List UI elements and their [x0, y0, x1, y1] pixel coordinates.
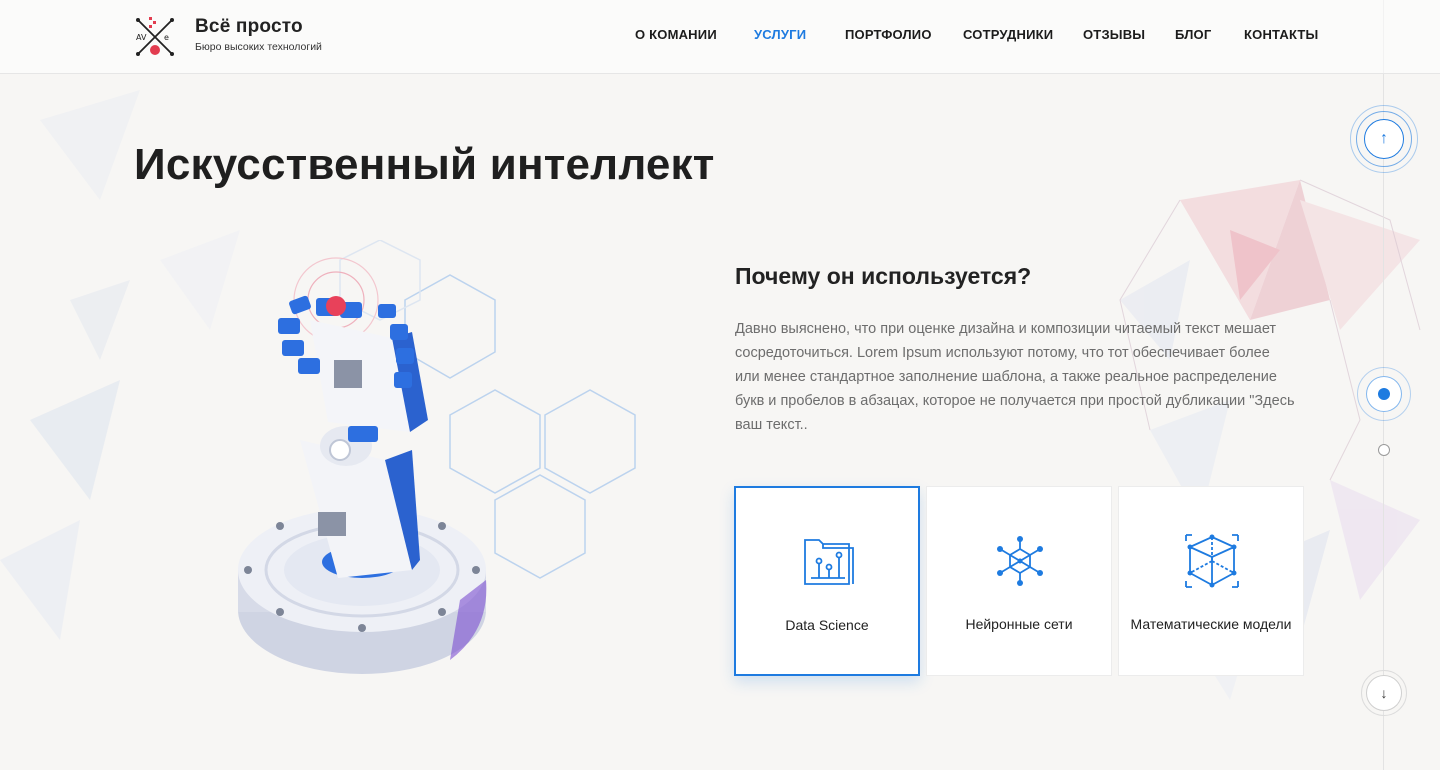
nav-item-reviews[interactable]: ОТЗЫВЫ — [1083, 27, 1145, 42]
svg-text:e: e — [164, 33, 169, 42]
nav-item-employees[interactable]: СОТРУДНИКИ — [963, 27, 1053, 42]
arrow-down-icon: ↓ — [1366, 675, 1402, 711]
svg-text:AV: AV — [136, 33, 147, 42]
section-paragraph: Давно выяснено, что при оценке дизайна и… — [735, 321, 1295, 433]
card-label: Математические модели — [1130, 616, 1292, 632]
nav-item-services[interactable]: УСЛУГИ — [754, 27, 806, 42]
data-science-icon — [804, 539, 854, 585]
site-header: AV e Всё просто Бюро высоких технологий … — [0, 0, 1440, 74]
section-dot[interactable] — [1378, 444, 1390, 456]
cube-model-icon — [1185, 534, 1239, 588]
card-neural-networks[interactable]: Нейронные сети — [926, 486, 1112, 676]
scroll-down-button[interactable]: ↓ — [1361, 670, 1407, 716]
card-label: Нейронные сети — [965, 616, 1073, 632]
robot-arm-illustration — [238, 240, 636, 674]
scroll-up-ring — [1356, 111, 1412, 167]
section-subtitle: Почему он используется? — [735, 263, 1032, 289]
nav-item-contacts[interactable]: КОНТАКТЫ — [1244, 27, 1318, 42]
section-dot-active[interactable] — [1357, 367, 1411, 421]
neural-network-icon — [997, 536, 1043, 586]
section-dot-ring — [1366, 376, 1402, 412]
nav-item-about[interactable]: О КОМАНИИ — [635, 27, 717, 42]
section-dot-core — [1378, 388, 1390, 400]
page-title: Искусственный интеллект — [134, 140, 715, 189]
nav-item-portfolio[interactable]: ПОРТФОЛИО — [845, 27, 932, 42]
nav-item-blog[interactable]: БЛОГ — [1175, 27, 1211, 42]
card-label: Data Science — [785, 617, 869, 633]
card-data-science[interactable]: Data Science — [734, 486, 920, 676]
scroll-up-button[interactable]: ↑ — [1350, 105, 1418, 173]
brand-tagline: Бюро высоких технологий — [195, 41, 322, 53]
logo-icon[interactable]: AV e — [134, 14, 178, 58]
brand-name[interactable]: Всё просто — [195, 16, 303, 38]
card-math-models[interactable]: Математические модели — [1118, 486, 1304, 676]
